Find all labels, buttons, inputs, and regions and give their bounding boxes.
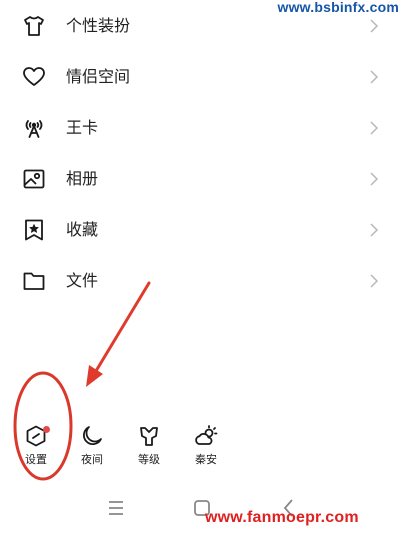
level-button[interactable]: 等级: [127, 418, 171, 474]
weather-sun-cloud-icon: [194, 424, 218, 448]
chevron-right-icon: [370, 70, 379, 84]
chevron-right-icon: [370, 223, 379, 237]
menu-item-king-card[interactable]: 王卡: [0, 108, 405, 148]
bookmark-star-icon: [22, 218, 46, 242]
weather-label: 秦安: [195, 453, 217, 466]
moon-icon: [80, 424, 104, 448]
level-label: 等级: [138, 453, 160, 466]
watermark-bottom: www.fanmoepr.com: [205, 509, 359, 526]
menu-item-label: 文件: [66, 271, 99, 290]
menu-item-files[interactable]: 文件: [0, 261, 405, 301]
notification-badge: [43, 426, 50, 433]
night-mode-button[interactable]: 夜间: [70, 418, 114, 474]
weather-button[interactable]: 秦安: [184, 418, 228, 474]
menu-item-label: 王卡: [66, 118, 99, 137]
menu-item-label: 收藏: [66, 220, 99, 239]
settings-button[interactable]: 设置: [14, 418, 58, 474]
chevron-right-icon: [370, 274, 379, 288]
menu-item-label: 相册: [66, 169, 99, 188]
heart-icon: [22, 65, 46, 89]
menu-item-favorites[interactable]: 收藏: [0, 210, 405, 250]
signal-tower-icon: [22, 116, 46, 140]
menu-item-couple-space[interactable]: 情侣空间: [0, 57, 405, 97]
menu-item-label: 个性装扮: [66, 16, 131, 35]
menu-item-album[interactable]: 相册: [0, 159, 405, 199]
menu-icon[interactable]: [104, 496, 128, 520]
night-mode-label: 夜间: [81, 453, 103, 466]
chevron-right-icon: [370, 19, 379, 33]
crown-icon: [137, 424, 161, 448]
tshirt-icon: [22, 14, 46, 38]
settings-label: 设置: [25, 453, 47, 466]
chevron-right-icon: [370, 121, 379, 135]
chevron-right-icon: [370, 172, 379, 186]
folder-icon: [22, 269, 46, 293]
menu-item-dress-up[interactable]: 个性装扮: [0, 6, 405, 46]
bottom-toolbar: 设置 夜间 等级 秦安: [0, 418, 260, 474]
photo-album-icon: [22, 167, 46, 191]
menu-item-label: 情侣空间: [66, 67, 131, 86]
